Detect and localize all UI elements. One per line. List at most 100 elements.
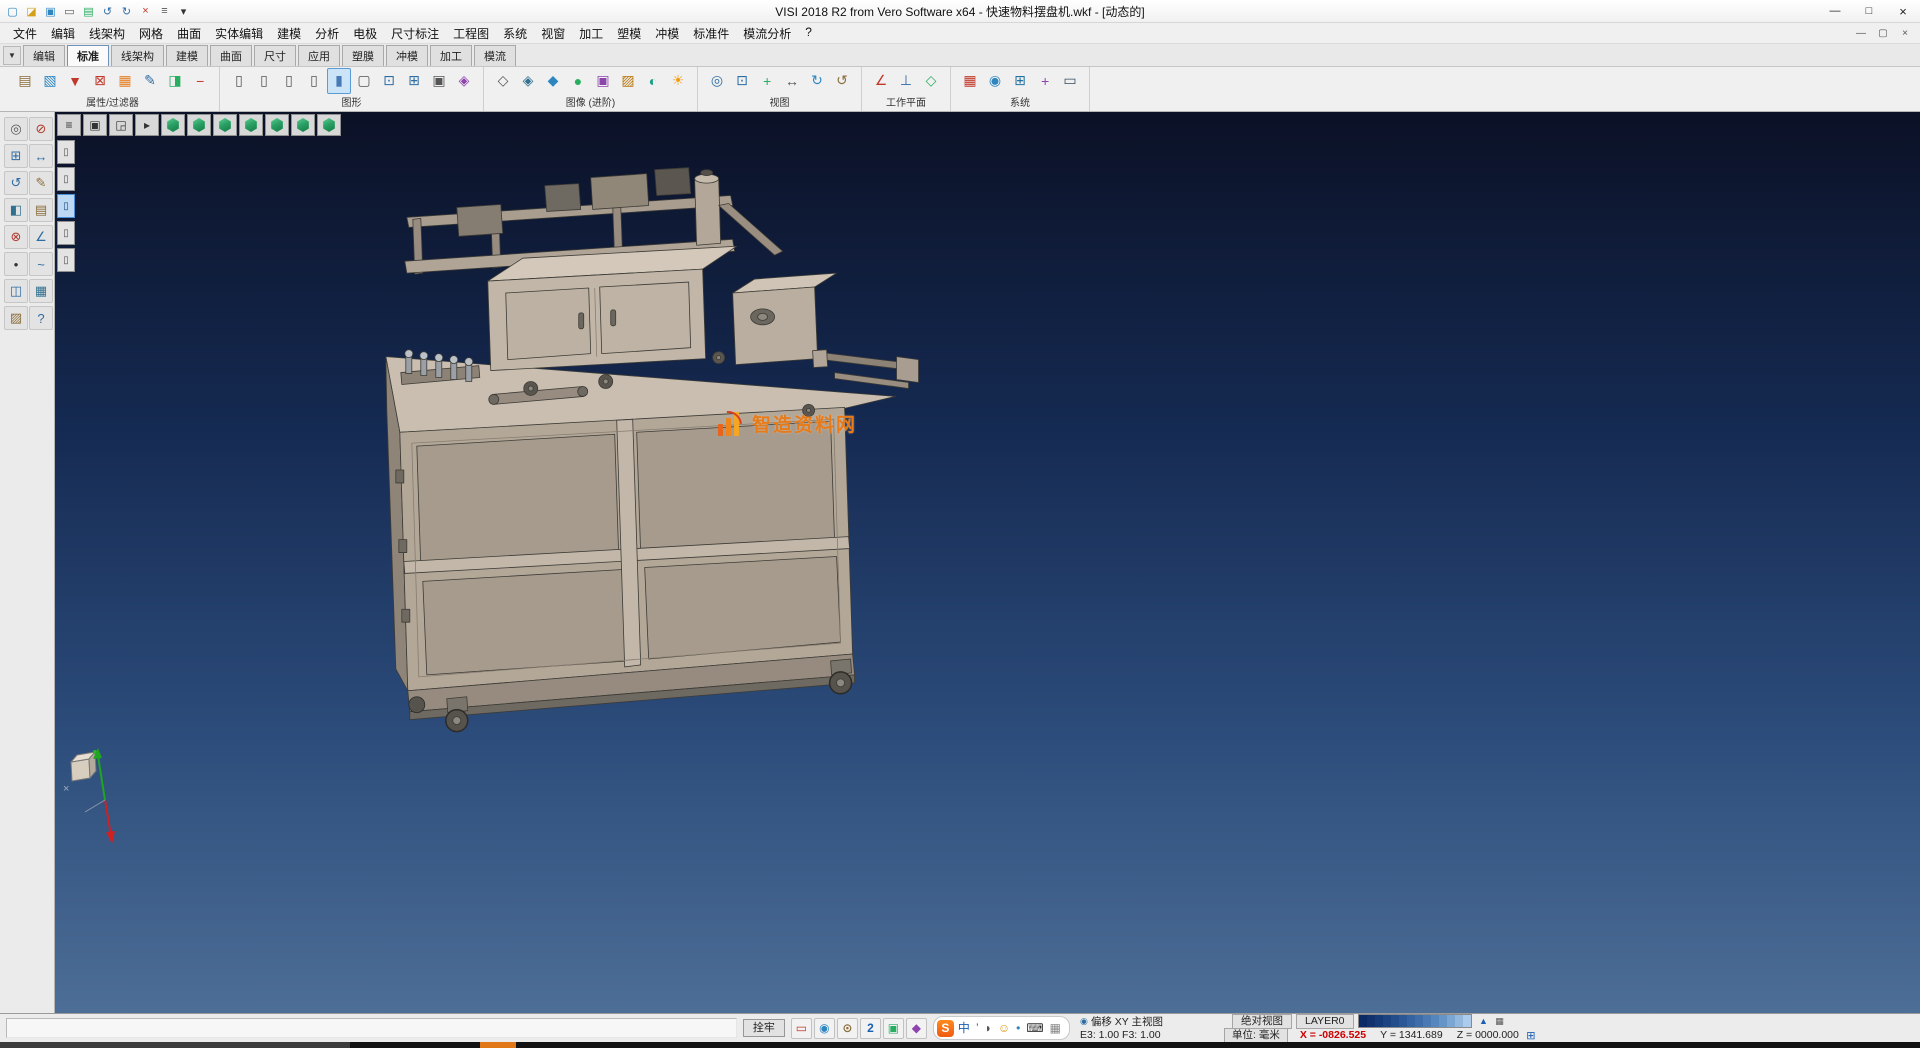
menu-surface[interactable]: 曲面: [170, 25, 208, 42]
iso-view-icon-3[interactable]: [213, 114, 237, 136]
snap-icon[interactable]: +: [1033, 68, 1057, 94]
ime-mic-icon[interactable]: •: [1016, 1022, 1020, 1034]
capture-icon[interactable]: ⊙: [837, 1018, 858, 1039]
remove-attribute-icon[interactable]: −: [188, 68, 212, 94]
layer-color-swatch[interactable]: [1407, 1015, 1415, 1027]
light-icon[interactable]: ☀: [666, 68, 690, 94]
tab-surface[interactable]: 曲面: [210, 45, 252, 66]
menu-standard-parts[interactable]: 标准件: [686, 25, 736, 42]
display-settings-icon[interactable]: ▭: [1058, 68, 1082, 94]
menu-mesh[interactable]: 网格: [132, 25, 170, 42]
open-file-icon[interactable]: ◪: [23, 3, 40, 20]
menu-system[interactable]: 系统: [496, 25, 534, 42]
selection-grid-icon[interactable]: ▦: [113, 68, 137, 94]
iso-view-icon-7[interactable]: [317, 114, 341, 136]
swatch-panel-icon[interactable]: ▦: [1492, 1015, 1508, 1028]
menu-wireframe[interactable]: 线架构: [82, 25, 132, 42]
layer-color-swatch[interactable]: [1375, 1015, 1383, 1027]
menu-moldflow[interactable]: 模流分析: [736, 25, 798, 42]
graphic-shaded-icon[interactable]: ▮: [327, 68, 351, 94]
filter-points-icon[interactable]: ▯: [57, 167, 75, 191]
layer-color-swatch[interactable]: [1391, 1015, 1399, 1027]
curve-icon[interactable]: ~: [29, 252, 53, 276]
mirror-icon[interactable]: ◫: [4, 279, 28, 303]
surface-edit-icon[interactable]: ◧: [4, 198, 28, 222]
workplane-align-icon[interactable]: ⊥: [894, 68, 918, 94]
menu-machining[interactable]: 加工: [572, 25, 610, 42]
filter-solids-icon[interactable]: ▯: [57, 248, 75, 272]
view-offset-indicator[interactable]: ◉偏移 XY 主视图: [1080, 1014, 1228, 1029]
color-palette-icon[interactable]: ▦: [958, 68, 982, 94]
display-toggle-icon[interactable]: ▭: [791, 1018, 812, 1039]
gallery-icon[interactable]: ▣: [883, 1018, 904, 1039]
modify-icon[interactable]: ✎: [29, 171, 53, 195]
swatch-up-icon[interactable]: ▲: [1476, 1015, 1492, 1028]
shaded-view-icon[interactable]: ◆: [541, 68, 565, 94]
pattern-icon[interactable]: ▦: [29, 279, 53, 303]
view-section-icon[interactable]: ◲: [109, 114, 133, 136]
graphic-cylinder-icon[interactable]: ▯: [252, 68, 276, 94]
pan-view-icon[interactable]: ↔: [780, 68, 804, 94]
graphic-line-style-icon[interactable]: ▯: [227, 68, 251, 94]
redo-icon[interactable]: ↻: [118, 3, 135, 20]
menu-window[interactable]: 视窗: [534, 25, 572, 42]
layer-color-swatch[interactable]: [1447, 1015, 1455, 1027]
translate-icon[interactable]: ↔: [29, 144, 53, 168]
doc-minimize-button[interactable]: —: [1850, 25, 1872, 41]
settings-icon[interactable]: ≡: [156, 3, 173, 20]
menu-file[interactable]: 文件: [6, 25, 44, 42]
rotate-entity-icon[interactable]: ↺: [4, 171, 28, 195]
snap-settings-icon[interactable]: ⊞: [4, 144, 28, 168]
save-file-icon[interactable]: ▣: [42, 3, 59, 20]
delete-entity-icon[interactable]: ⊗: [4, 225, 28, 249]
menu-drawing[interactable]: 工程图: [446, 25, 496, 42]
ime-toolbox-icon[interactable]: ▦: [1050, 1022, 1061, 1034]
menu-dimension[interactable]: 尺寸标注: [384, 25, 446, 42]
layer-color-swatch[interactable]: [1359, 1015, 1367, 1027]
close-button[interactable]: ×: [1886, 0, 1920, 22]
graphic-block-icon[interactable]: ▣: [427, 68, 451, 94]
tab-application[interactable]: 应用: [298, 45, 340, 66]
layer-color-swatch[interactable]: [1431, 1015, 1439, 1027]
ime-keyboard-icon[interactable]: ⌨: [1026, 1022, 1043, 1034]
layer-color-swatch[interactable]: [1455, 1015, 1463, 1027]
menu-mold[interactable]: 塑模: [610, 25, 648, 42]
iso-view-icon-4[interactable]: [239, 114, 263, 136]
graphic-box-icon[interactable]: ▢: [352, 68, 376, 94]
menu-modeling[interactable]: 建模: [270, 25, 308, 42]
plot-icon[interactable]: ▤: [80, 3, 97, 20]
attribute-paint-icon[interactable]: ▧: [38, 68, 62, 94]
zoom-extents-icon[interactable]: ◎: [705, 68, 729, 94]
layer-color-swatch[interactable]: [1463, 1015, 1471, 1027]
layer-color-swatch[interactable]: [1423, 1015, 1431, 1027]
menu-help[interactable]: ?: [798, 25, 819, 42]
new-file-icon[interactable]: ▢: [4, 3, 21, 20]
layer-color-swatch[interactable]: [1367, 1015, 1375, 1027]
tab-die[interactable]: 冲模: [386, 45, 428, 66]
attributes-icon[interactable]: ▤: [13, 68, 37, 94]
globe-icon[interactable]: ◉: [983, 68, 1007, 94]
snap-lock-toggle[interactable]: 拴牢: [743, 1019, 785, 1037]
layer-color-swatch[interactable]: [1415, 1015, 1423, 1027]
zoom-in-icon[interactable]: +: [755, 68, 779, 94]
doc-restore-button[interactable]: ▢: [1872, 25, 1894, 41]
taskbar-app-indicator[interactable]: [480, 1042, 516, 1048]
tab-moldflow[interactable]: 模流: [474, 45, 516, 66]
absolute-view-button[interactable]: 绝对视图: [1232, 1014, 1292, 1029]
rendered-view-icon[interactable]: ●: [566, 68, 590, 94]
match-properties-icon[interactable]: ◨: [163, 68, 187, 94]
measure-icon[interactable]: ∠: [29, 225, 53, 249]
filter-curves-icon[interactable]: ▯: [57, 194, 75, 218]
menu-edit[interactable]: 编辑: [44, 25, 82, 42]
trim-icon[interactable]: ⊘: [29, 117, 53, 141]
texture-icon[interactable]: ▨: [616, 68, 640, 94]
rotate-view-icon[interactable]: ↻: [805, 68, 829, 94]
grid-icon[interactable]: ⊞: [1008, 68, 1032, 94]
filter-funnel-icon[interactable]: ▼: [63, 68, 87, 94]
minimize-button[interactable]: —: [1818, 0, 1852, 22]
erase-filter-icon[interactable]: ⊠: [88, 68, 112, 94]
info-icon[interactable]: ?: [29, 306, 53, 330]
maximize-button[interactable]: □: [1852, 0, 1886, 22]
iso-view-icon-2[interactable]: [187, 114, 211, 136]
view-window-icon[interactable]: ▣: [83, 114, 107, 136]
